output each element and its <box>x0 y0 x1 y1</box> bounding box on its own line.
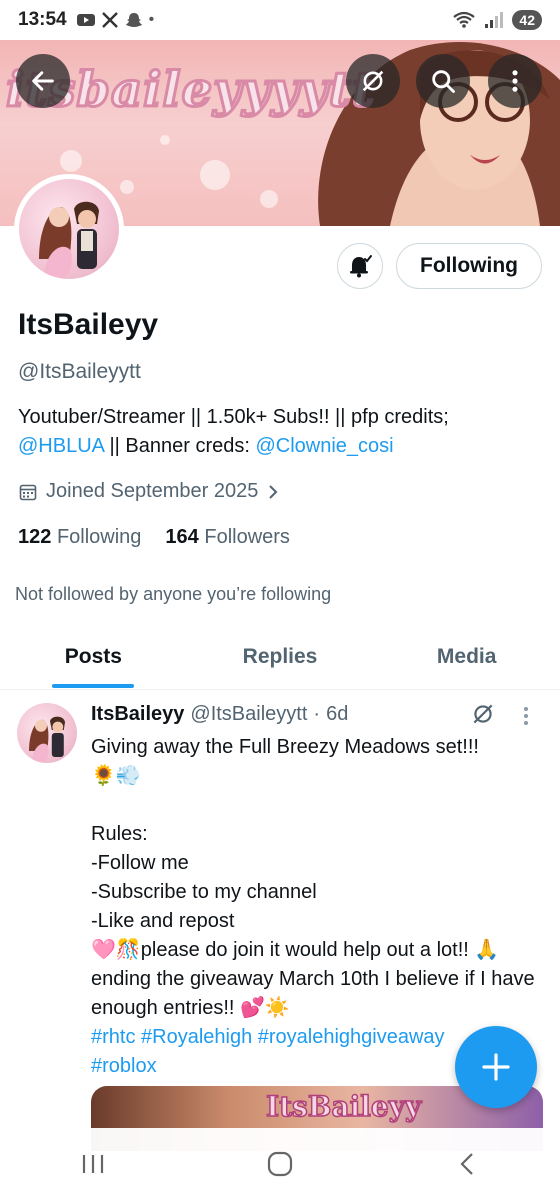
wifi-icon <box>453 11 476 28</box>
avatar-image <box>19 179 119 279</box>
search-button[interactable] <box>416 54 470 108</box>
avatar-art <box>39 201 99 279</box>
plus-icon <box>482 1053 510 1081</box>
more-options-button[interactable] <box>488 54 542 108</box>
post-line: -Subscribe to my channel <box>91 881 317 903</box>
bokeh-dot <box>60 150 82 172</box>
snapchat-icon <box>125 13 142 27</box>
tab-media[interactable]: Media <box>373 624 560 689</box>
tab-label: Posts <box>64 644 122 668</box>
arrow-left-icon <box>32 71 54 91</box>
bio-mention-clownie[interactable]: @Clownie_cosi <box>255 435 393 457</box>
chevron-right-icon <box>269 484 278 499</box>
post-author-name[interactable]: ItsBaileyy <box>91 703 184 726</box>
recent-apps-button[interactable] <box>63 1139 123 1189</box>
post-line: -Follow me <box>91 852 189 874</box>
bokeh-dot <box>160 135 170 145</box>
active-tab-indicator <box>52 684 135 688</box>
status-bar: 13:54 • 42 <box>0 0 560 40</box>
post-line: ending the giveaway March 10th I believe… <box>91 968 541 1019</box>
bokeh-dot <box>260 190 278 208</box>
grok-icon[interactable] <box>470 701 496 727</box>
status-right: 42 <box>452 10 542 30</box>
mutual-followers-note: Not followed by anyone you’re following <box>15 584 332 604</box>
home-button[interactable] <box>250 1139 310 1189</box>
follow-stats: 122 Following 164 Followers <box>18 526 290 549</box>
bio-text: || Banner creds: <box>103 435 256 457</box>
tab-posts[interactable]: Posts <box>0 624 187 689</box>
bell-icon <box>350 255 372 278</box>
notification-toggle-button[interactable] <box>337 243 383 289</box>
post-avatar[interactable] <box>17 703 77 763</box>
post-separator: · <box>313 703 321 725</box>
more-vertical-icon <box>512 70 518 92</box>
followers-stat[interactable]: 164 Followers <box>165 526 290 549</box>
following-label: Following <box>56 526 142 548</box>
display-name: ItsBaileyy <box>18 308 159 341</box>
following-stat[interactable]: 122 Following <box>18 526 141 549</box>
joined-text: Joined September 2025 <box>46 480 259 502</box>
chevron-left-icon <box>460 1153 473 1175</box>
system-navigation-bar <box>0 1128 560 1200</box>
tab-label: Replies <box>242 644 318 668</box>
back-button[interactable] <box>16 54 70 108</box>
post-body: Giving away the Full Breezy Meadows set!… <box>91 733 541 1081</box>
profile-tabs: Posts Replies Media <box>0 624 560 690</box>
grok-button[interactable] <box>346 54 400 108</box>
grok-icon <box>362 70 384 92</box>
tab-replies[interactable]: Replies <box>187 624 374 689</box>
followers-label: Followers <box>204 526 290 548</box>
tab-label: Media <box>436 644 497 668</box>
youtube-icon <box>76 14 95 26</box>
profile-handle: @ItsBaileyytt <box>18 360 141 383</box>
post-line: 🩷🎊please do join it would help out a lot… <box>91 939 500 961</box>
joined-date[interactable]: Joined September 2025 <box>18 480 280 503</box>
post-line: Giving away the Full Breezy Meadows set!… <box>91 736 479 758</box>
calendar-icon <box>19 484 37 500</box>
bokeh-dot <box>200 160 230 190</box>
avatar-art <box>29 716 65 763</box>
profile-bio: Youtuber/Streamer || 1.50k+ Subs!! || pf… <box>18 403 548 461</box>
status-time: 13:54 <box>18 9 67 30</box>
more-vertical-icon[interactable] <box>522 705 530 727</box>
x-logo-icon <box>101 12 118 28</box>
post-hashtags[interactable]: #roblox <box>91 1055 157 1077</box>
post-age: 6d <box>326 703 349 725</box>
compose-button[interactable] <box>455 1026 537 1108</box>
post-header: ItsBaileyy @ItsBaileyytt · 6d <box>91 703 348 726</box>
post-hashtags[interactable]: #rhtc #Royalehigh #royalehighgiveaway <box>91 1026 445 1048</box>
search-icon <box>432 70 455 93</box>
battery-indicator: 42 <box>512 10 542 30</box>
bio-text: Youtuber/Streamer || 1.50k+ Subs!! || pf… <box>18 406 449 428</box>
following-count: 122 <box>18 526 52 548</box>
bokeh-dot <box>120 180 134 194</box>
media-overlay-text: ItsBaileyy <box>265 1089 422 1124</box>
system-back-button[interactable] <box>437 1139 497 1189</box>
home-icon <box>267 1151 293 1177</box>
followers-count: 164 <box>165 526 199 548</box>
signal-icon <box>485 12 504 28</box>
bio-mention-hblua[interactable]: @HBLUA <box>18 435 104 457</box>
status-dot: • <box>148 11 155 28</box>
post-line: Rules: <box>91 823 148 845</box>
profile-avatar[interactable] <box>14 174 124 284</box>
post-author-handle[interactable]: @ItsBaileyytt <box>190 703 307 726</box>
post-line: -Like and repost <box>91 910 235 932</box>
following-button[interactable]: Following <box>396 243 542 289</box>
notification-icons: • <box>76 11 155 29</box>
post-emoji-line: 🌻💨 <box>91 765 141 787</box>
recent-apps-icon <box>83 1155 104 1173</box>
